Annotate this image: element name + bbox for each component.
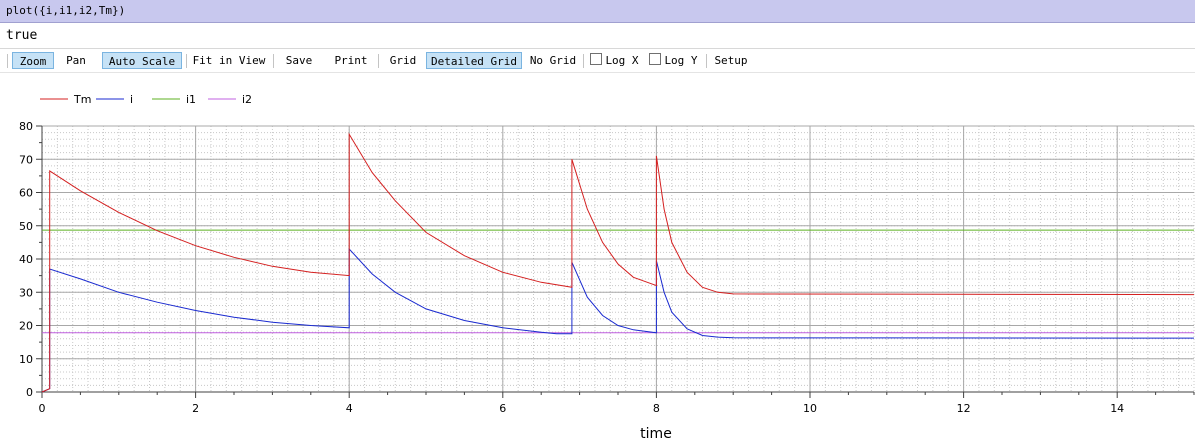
toolbar-separator	[378, 54, 379, 68]
toolbar-separator	[706, 54, 707, 68]
y-tick-label: 0	[26, 386, 33, 399]
fit-in-view-button[interactable]: Fit in View	[192, 52, 266, 69]
y-tick-label: 30	[19, 286, 33, 299]
toolbar-separator	[273, 54, 274, 68]
y-tick-label: 10	[19, 353, 33, 366]
log-x-label: Log X	[605, 54, 639, 67]
detailed-grid-button[interactable]: Detailed Grid	[426, 52, 522, 69]
x-tick-label: 0	[39, 402, 46, 415]
plot-toolbar: Zoom Pan Auto Scale Fit in View Save Pri…	[0, 50, 1195, 72]
pan-button[interactable]: Pan	[60, 52, 92, 69]
legend-label: i	[130, 93, 133, 106]
x-tick-label: 14	[1110, 402, 1124, 415]
x-tick-label: 12	[957, 402, 971, 415]
divider	[0, 48, 1195, 49]
legend-label: Tm	[73, 93, 91, 106]
x-tick-label: 6	[499, 402, 506, 415]
legend-label: i2	[242, 93, 252, 106]
y-tick-label: 70	[19, 153, 33, 166]
y-tick-label: 40	[19, 253, 33, 266]
auto-scale-button[interactable]: Auto Scale	[102, 52, 182, 69]
result-text: true	[6, 28, 38, 43]
x-tick-label: 4	[346, 402, 353, 415]
no-grid-button[interactable]: No Grid	[528, 52, 578, 69]
plot-axes	[36, 125, 1195, 398]
log-y-label: Log Y	[664, 54, 698, 67]
legend-label: i1	[186, 93, 196, 106]
y-tick-labels: 0 10 20 30 40 50 60 70 80	[19, 120, 33, 399]
series-line-i	[41, 247, 1195, 393]
x-tick-label: 2	[192, 402, 199, 415]
x-tick-label: 8	[653, 402, 660, 415]
y-tick-label: 20	[19, 320, 33, 333]
print-button[interactable]: Print	[331, 52, 371, 69]
y-tick-label: 80	[19, 120, 33, 133]
divider	[0, 72, 1195, 73]
x-tick-label: 10	[803, 402, 817, 415]
toolbar-separator	[7, 54, 8, 68]
x-tick-labels: 0 2 4 6 8 10 12 14	[39, 402, 1125, 415]
legend: Tm i i1 i2	[40, 93, 252, 106]
toolbar-separator	[583, 54, 584, 68]
toolbar-separator	[186, 54, 187, 68]
command-text: plot({i,i1,i2,Tm})	[6, 4, 126, 17]
grid-button[interactable]: Grid	[386, 52, 420, 69]
x-axis-label: time	[640, 426, 672, 442]
setup-button[interactable]: Setup	[712, 52, 750, 69]
zoom-button[interactable]: Zoom	[12, 52, 54, 69]
command-bar: plot({i,i1,i2,Tm})	[0, 0, 1195, 23]
y-tick-label: 60	[19, 187, 33, 200]
log-y-checkbox[interactable]	[649, 53, 661, 65]
save-button[interactable]: Save	[282, 52, 316, 69]
y-tick-label: 50	[19, 220, 33, 233]
log-x-checkbox[interactable]	[590, 53, 602, 65]
line-chart[interactable]: 0 10 20 30 40 50 60 70 80 0 2 4 6 8 10 12 14 Tm i i1 i2 ti…	[0, 80, 1195, 448]
